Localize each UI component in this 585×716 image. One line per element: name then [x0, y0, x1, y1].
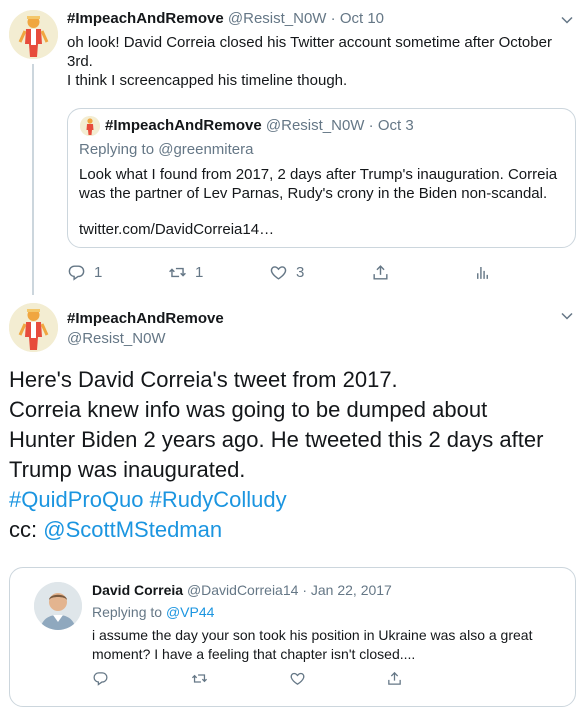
quoted-tweet-header: David Correia @DavidCorreia14 · Jan 22, …: [92, 582, 392, 598]
tweet1-date[interactable]: Oct 10: [340, 10, 384, 27]
hashtag-link[interactable]: #RudyColludy: [150, 487, 287, 512]
quoted-tweet-link[interactable]: twitter.com/DavidCorreia14…: [79, 221, 274, 238]
replying-to-label: Replying to: [92, 604, 163, 620]
tweet1-author-name[interactable]: #ImpeachAndRemove: [67, 10, 224, 27]
tweet1-retweet-count: 1: [195, 264, 204, 281]
tweet1-analytics-button[interactable]: [473, 263, 492, 282]
tweet1-like-count: 3: [296, 264, 305, 281]
quoted-tweet-author-handle: @DavidCorreia14: [186, 582, 299, 598]
tweet1-more-chevron-down-icon[interactable]: [561, 16, 573, 24]
quoted-tweet-replying-to: Replying to @greenmitera: [79, 141, 254, 158]
tweet2-cc-line: cc: @ScottMStedman: [9, 515, 579, 545]
heart-icon: [289, 670, 306, 687]
tweet1-avatar[interactable]: [9, 10, 58, 59]
quoted-tweet-header: #ImpeachAndRemove @Resist_N0W · Oct 3: [105, 117, 414, 134]
quoted-tweet-text-line: was the partner of Lev Parnas, Rudy's cr…: [79, 185, 548, 202]
tweet1-retweet-button[interactable]: 1: [168, 263, 203, 282]
retweet-icon: [191, 670, 208, 687]
quoted-tweet-author-name: #ImpeachAndRemove: [105, 117, 262, 134]
share-icon: [371, 263, 390, 282]
tweet1-quoted-tweet[interactable]: #ImpeachAndRemove @Resist_N0W · Oct 3 Re…: [67, 108, 576, 248]
quoted-tweet-replying-to: Replying to @VP44: [92, 604, 214, 620]
tweet2-author-handle[interactable]: @Resist_N0W: [67, 330, 166, 347]
tweet2-text-line: Correia knew info was going to be dumped…: [9, 397, 488, 422]
tweet2-quoted-tweet[interactable]: David Correia @DavidCorreia14 · Jan 22, …: [9, 567, 576, 707]
quoted-tweet-avatar: [34, 582, 82, 630]
tweet1-text: oh look! David Correia closed his Twitte…: [67, 33, 567, 90]
tweet1-text-line: I think I screencapped his timeline thou…: [67, 72, 348, 89]
tweet2-text: Here's David Correia's tweet from 2017. …: [9, 365, 579, 545]
share-icon: [386, 670, 403, 687]
tweet1-header: #ImpeachAndRemove @Resist_N0W · Oct 10: [67, 10, 384, 27]
quoted-tweet-author-name: David Correia: [92, 582, 184, 598]
replying-to-handle-link[interactable]: @VP44: [166, 604, 214, 620]
quoted-tweet-avatar: [80, 116, 100, 136]
tweet1-author-handle[interactable]: @Resist_N0W: [228, 10, 327, 27]
tweet2-text-line: Here's David Correia's tweet from 2017.: [9, 367, 398, 392]
heart-icon: [269, 263, 288, 282]
quoted-tweet-retweet-button[interactable]: [191, 670, 208, 687]
tweet1-date-separator: ·: [330, 10, 336, 27]
thread-connector-line: [32, 64, 34, 295]
analytics-icon: [473, 263, 492, 282]
tweet1-text-line: oh look! David Correia closed his Twitte…: [67, 34, 552, 51]
tweet2-text-line: Hunter Biden 2 years ago. He tweeted thi…: [9, 427, 544, 452]
quoted-tweet-text-line: i assume the day your son took his posit…: [92, 627, 533, 643]
quoted-tweet-date: Oct 3: [377, 117, 414, 134]
tweet2-hashtags-line: #QuidProQuo #RudyColludy: [9, 485, 579, 515]
quoted-tweet-date-separator: ·: [368, 117, 374, 134]
quoted-tweet-text-line: Look what I found from 2017, 2 days afte…: [79, 166, 558, 183]
quoted-tweet-like-button[interactable]: [289, 670, 306, 687]
reply-icon: [67, 263, 86, 282]
quoted-tweet-author-handle: @Resist_N0W: [265, 117, 365, 134]
tweet2-text-line: Trump was inaugurated.: [9, 457, 246, 482]
cc-label: cc:: [9, 517, 38, 542]
retweet-icon: [168, 263, 187, 282]
quoted-tweet-reply-button[interactable]: [92, 670, 109, 687]
tweet2-more-chevron-down-icon[interactable]: [561, 312, 573, 320]
quoted-tweet-text-line: moment? I have a feeling that chapter is…: [92, 646, 416, 662]
reply-icon: [92, 670, 109, 687]
quoted-tweet-date: Jan 22, 2017: [310, 582, 392, 598]
hashtag-link[interactable]: #QuidProQuo: [9, 487, 144, 512]
quoted-tweet-date-separator: ·: [302, 582, 307, 598]
tweet2-author-name[interactable]: #ImpeachAndRemove: [67, 310, 224, 327]
tweet1-text-line: 3rd.: [67, 53, 93, 70]
mention-link[interactable]: @ScottMStedman: [43, 517, 222, 542]
tweet2-avatar[interactable]: [9, 303, 58, 352]
tweet1-share-button[interactable]: [371, 263, 390, 282]
tweet1-like-button[interactable]: 3: [269, 263, 304, 282]
quoted-tweet-text: i assume the day your son took his posit…: [92, 626, 567, 664]
quoted-tweet-text: Look what I found from 2017, 2 days afte…: [79, 165, 569, 203]
quoted-tweet-share-button[interactable]: [386, 670, 403, 687]
tweet1-reply-count: 1: [94, 264, 103, 281]
tweet1-reply-button[interactable]: 1: [67, 263, 102, 282]
